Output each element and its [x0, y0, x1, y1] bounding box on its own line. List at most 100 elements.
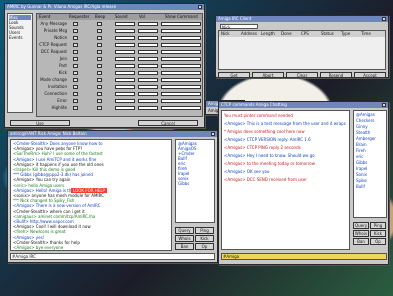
requester-checkbox[interactable] [73, 29, 78, 33]
volume-field[interactable] [138, 99, 158, 103]
command-field[interactable] [161, 99, 201, 103]
ctcp-action-button[interactable]: Query [353, 222, 369, 229]
volume-field[interactable] [138, 36, 158, 40]
beep-checkbox[interactable] [97, 99, 102, 103]
volume-field[interactable] [138, 64, 158, 68]
requester-checkbox[interactable] [73, 78, 78, 82]
requester-checkbox[interactable] [73, 92, 78, 96]
nick-item[interactable]: Gibbs [178, 181, 189, 186]
command-field[interactable] [161, 36, 201, 40]
beep-checkbox[interactable] [97, 71, 102, 75]
close-gadget-icon[interactable] [198, 5, 202, 9]
irc-titlebar[interactable]: amirc@P.ANT Rick Amiga: Nick Beltain [8, 131, 217, 137]
nick-item[interactable]: @Amigas [356, 112, 375, 117]
dcc-button[interactable]: Abort [252, 72, 284, 78]
requester-checkbox[interactable] [73, 106, 78, 110]
close-gadget-icon[interactable] [382, 17, 386, 21]
irc-input-field[interactable]: #Amiga IRC [10, 253, 215, 260]
nick-item[interactable]: Ginny [356, 124, 368, 129]
beep-checkbox[interactable] [97, 106, 102, 110]
irc-action-button[interactable]: Ban [175, 243, 194, 250]
irc-nicklist[interactable]: @Amigas AmigaOS +Cmder Bullf eric fireh Irapel… [175, 139, 215, 223]
beep-checkbox[interactable] [97, 64, 102, 68]
command-field[interactable] [161, 78, 201, 82]
nick-item[interactable]: eric [356, 154, 363, 159]
close-gadget-icon[interactable] [211, 132, 215, 136]
sound-field[interactable] [115, 92, 135, 96]
dcc-nick-field[interactable]: Nick [220, 24, 258, 30]
volume-field[interactable] [138, 22, 158, 26]
close-gadget-icon[interactable] [382, 103, 386, 107]
nick-item[interactable]: Brain [356, 142, 367, 147]
nick-item[interactable]: Stealth [356, 130, 370, 135]
irc-action-button[interactable]: Op [195, 243, 214, 250]
requester-checkbox[interactable] [73, 71, 78, 75]
irc-action-button[interactable]: Kick [195, 235, 214, 242]
beep-checkbox[interactable] [97, 43, 102, 47]
cancel-button[interactable]: Cancel [138, 120, 198, 126]
irc-action-button[interactable]: Whois [175, 235, 194, 242]
command-field[interactable] [161, 64, 201, 68]
use-button[interactable]: Use [10, 120, 70, 126]
ctcp-action-button[interactable]: Ban [353, 238, 369, 245]
nick-item[interactable]: Irapel [356, 166, 367, 171]
requester-checkbox[interactable] [73, 22, 78, 26]
requester-checkbox[interactable] [73, 99, 78, 103]
ctcp-action-button[interactable]: Op [370, 238, 386, 245]
dcc-titlebar[interactable]: Amiga IRC Client [216, 16, 388, 22]
beep-checkbox[interactable] [97, 50, 102, 54]
command-field[interactable] [161, 92, 201, 96]
volume-field[interactable] [138, 43, 158, 47]
sound-field[interactable] [115, 22, 135, 26]
beep-checkbox[interactable] [97, 78, 102, 82]
volume-field[interactable] [138, 106, 158, 110]
irc-action-button[interactable]: Ping [195, 227, 214, 234]
prefs-titlebar[interactable]: AMIRC by Gunnar & Pr. Viluna Amigas IRC/… [5, 4, 204, 10]
beep-checkbox[interactable] [97, 92, 102, 96]
beep-checkbox[interactable] [97, 85, 102, 89]
sound-field[interactable] [115, 57, 135, 61]
volume-field[interactable] [138, 57, 158, 61]
sound-field[interactable] [115, 43, 135, 47]
ctcp-input-field[interactable]: #Amiga [221, 253, 387, 260]
sound-field[interactable] [115, 50, 135, 54]
dcc-button[interactable]: Resend [320, 72, 352, 78]
requester-checkbox[interactable] [73, 85, 78, 89]
beep-checkbox[interactable] [97, 36, 102, 40]
volume-field[interactable] [138, 29, 158, 33]
nick-item[interactable]: Gibbs [356, 160, 367, 165]
command-field[interactable] [161, 85, 201, 89]
volume-field[interactable] [138, 78, 158, 82]
volume-field[interactable] [138, 71, 158, 75]
command-field[interactable] [161, 106, 201, 110]
command-field[interactable] [161, 57, 201, 61]
requester-checkbox[interactable] [73, 64, 78, 68]
nick-item[interactable]: Bullf [356, 184, 365, 189]
sound-field[interactable] [115, 85, 135, 89]
nick-item[interactable]: Fireh [356, 148, 366, 153]
nick-item[interactable]: Checkers [356, 118, 374, 123]
sound-field[interactable] [115, 36, 135, 40]
beep-checkbox[interactable] [97, 29, 102, 33]
requester-checkbox[interactable] [73, 43, 78, 47]
sidebar-item[interactable]: Events [9, 35, 31, 40]
ctcp-action-button[interactable]: Ping [370, 222, 386, 229]
dcc-button[interactable]: Get [218, 72, 250, 78]
command-field[interactable] [161, 22, 201, 26]
requester-checkbox[interactable] [73, 36, 78, 40]
command-field[interactable] [161, 71, 201, 75]
irc-action-button[interactable]: Query [175, 227, 194, 234]
sound-field[interactable] [115, 78, 135, 82]
sound-field[interactable] [115, 29, 135, 33]
ctcp-titlebar[interactable]: CTCP commands Amiga Chatting [219, 102, 388, 108]
sound-field[interactable] [115, 106, 135, 110]
ctcp-nicklist[interactable]: @Amigas Checkers Ginny Stealth Amberger Brain… [353, 110, 387, 218]
requester-checkbox[interactable] [73, 50, 78, 54]
beep-checkbox[interactable] [97, 22, 102, 26]
nick-item[interactable]: Amberger [356, 136, 376, 141]
dcc-button[interactable]: Clear [286, 72, 318, 78]
ctcp-action-button[interactable]: Whois [353, 230, 369, 237]
volume-field[interactable] [138, 50, 158, 54]
command-field[interactable] [161, 50, 201, 54]
command-field[interactable] [161, 43, 201, 47]
